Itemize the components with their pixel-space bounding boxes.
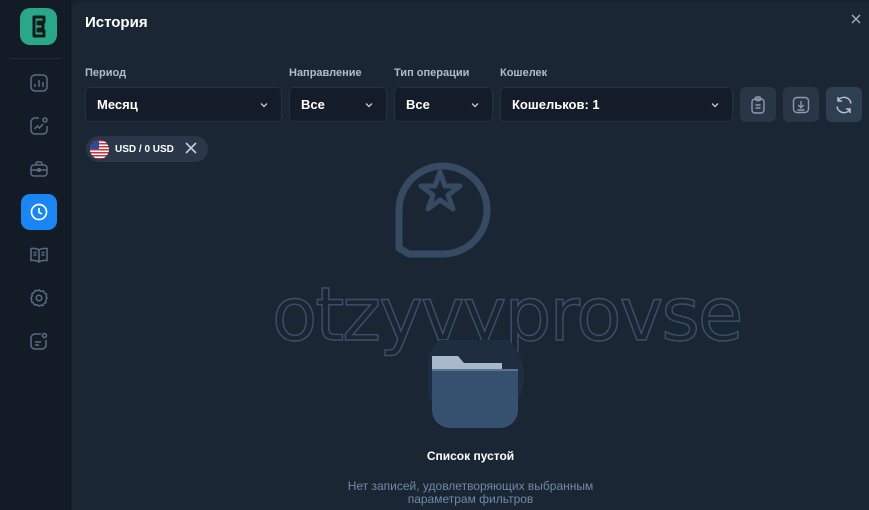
refresh-button[interactable] (826, 87, 862, 122)
download-button[interactable] (783, 87, 819, 122)
copy-button[interactable] (740, 87, 776, 122)
logo-icon (32, 15, 45, 37)
operation-type-select[interactable]: Все (394, 87, 493, 122)
analytics-icon (30, 117, 48, 135)
sidebar (0, 0, 71, 510)
close-icon (851, 14, 861, 24)
direction-value: Все (301, 97, 325, 112)
remove-chip-button[interactable] (184, 141, 198, 155)
period-select[interactable]: Месяц (85, 87, 282, 122)
sidebar-item-notes[interactable] (21, 323, 57, 359)
download-icon (792, 96, 810, 113)
wallet-value: Кошельков: 1 (512, 97, 600, 112)
period-label: Период (85, 67, 127, 79)
notes-icon (30, 332, 48, 350)
sidebar-item-portfolio[interactable] (21, 151, 57, 187)
sidebar-divider (10, 58, 61, 59)
empty-state-description-text: Нет записей, удовлетворяющих выбранным п… (347, 479, 594, 506)
sidebar-item-settings[interactable] (21, 280, 57, 316)
history-panel: История Период Направление Тип операции … (72, 2, 869, 510)
gear-icon (30, 289, 48, 307)
refresh-icon (836, 96, 852, 113)
us-flag-icon (90, 139, 109, 159)
briefcase-icon (30, 161, 48, 177)
chevron-down-icon (260, 103, 268, 108)
wallet-label: Кошелек (500, 67, 548, 79)
chart-icon (30, 74, 48, 92)
close-button[interactable] (849, 12, 863, 26)
empty-state-title: Список пустой (426, 449, 515, 463)
page-title: История (85, 14, 148, 31)
currency-chip: USD / 0 USD (86, 136, 208, 162)
sidebar-item-journal[interactable] (21, 237, 57, 273)
direction-select[interactable]: Все (289, 87, 387, 122)
sidebar-item-analytics[interactable] (21, 108, 57, 144)
direction-label: Направление (289, 67, 362, 79)
app-logo[interactable] (20, 8, 57, 45)
empty-state-description: Нет записей, удовлетворяющих выбранным п… (72, 480, 869, 506)
book-icon (30, 247, 48, 263)
operation-type-label: Тип операции (394, 67, 470, 79)
wallet-select[interactable]: Кошельков: 1 (500, 87, 733, 122)
clock-icon (30, 203, 48, 221)
sidebar-item-chart[interactable] (21, 65, 57, 101)
empty-folder-icon (428, 340, 524, 428)
chevron-down-icon (471, 103, 479, 108)
operation-type-value: Все (406, 97, 430, 112)
period-value: Месяц (97, 97, 138, 112)
currency-chip-label: USD / 0 USD (115, 143, 174, 155)
chevron-down-icon (365, 103, 373, 108)
chevron-down-icon (711, 103, 719, 108)
clipboard-icon (751, 95, 765, 114)
sidebar-item-history[interactable] (21, 194, 57, 230)
